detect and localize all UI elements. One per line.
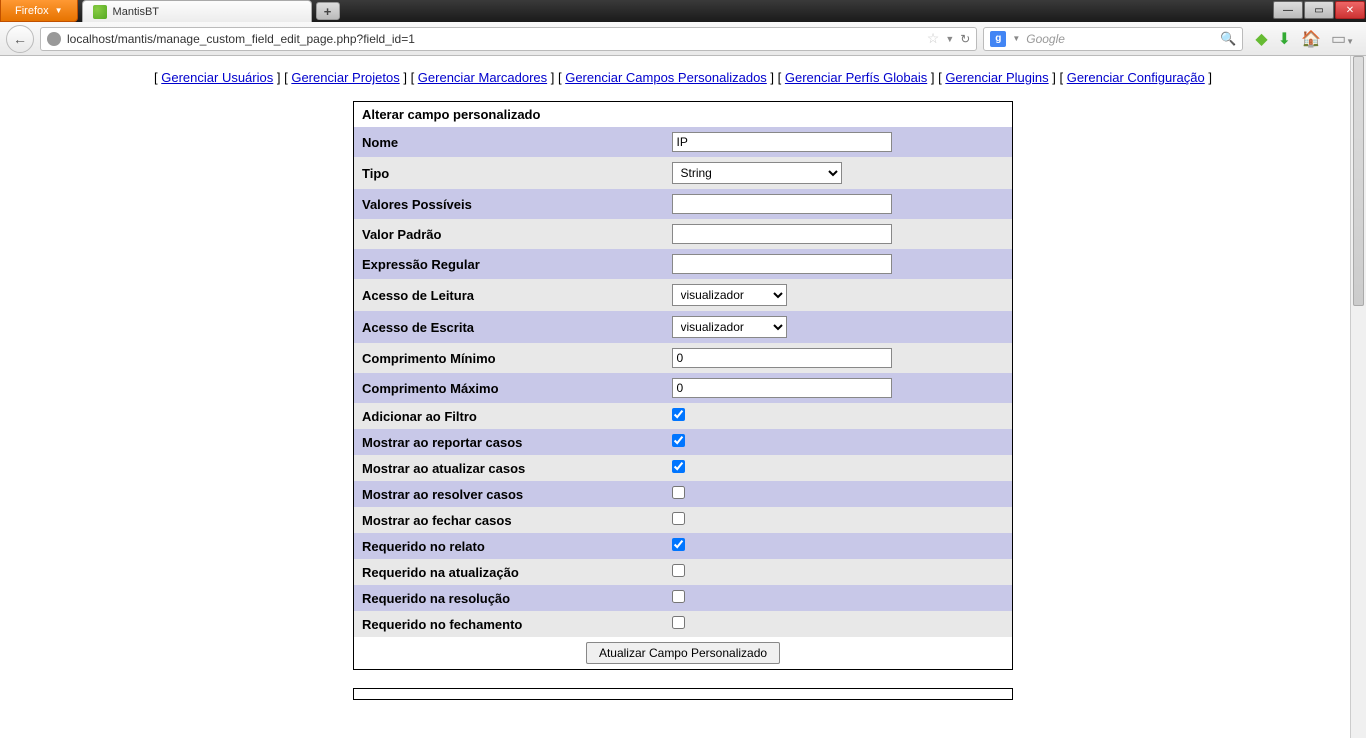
google-logo-icon: g (990, 31, 1006, 47)
valores-input[interactable] (672, 194, 892, 214)
req-resol-checkbox[interactable] (672, 590, 685, 603)
download-icon[interactable]: ⬇ (1278, 29, 1291, 49)
padrao-input[interactable] (672, 224, 892, 244)
nav-plugins[interactable]: Gerenciar Plugins (945, 70, 1048, 85)
resolver-checkbox[interactable] (672, 486, 685, 499)
nav-custom-fields[interactable]: Gerenciar Campos Personalizados (565, 70, 767, 85)
label-nome: Nome (354, 127, 664, 157)
min-input[interactable] (672, 348, 892, 368)
max-input[interactable] (672, 378, 892, 398)
form-title: Alterar campo personalizado (354, 102, 1013, 128)
second-form-preview (353, 688, 1013, 700)
reportar-checkbox[interactable] (672, 434, 685, 447)
home-icon[interactable]: 🏠 (1301, 29, 1321, 49)
label-min: Comprimento Mínimo (354, 343, 664, 373)
reload-icon[interactable]: ↻ (960, 32, 970, 46)
nav-projects[interactable]: Gerenciar Projetos (291, 70, 399, 85)
req-relato-checkbox[interactable] (672, 538, 685, 551)
tab-title: MantisBT (113, 6, 159, 18)
manage-nav-links: [ Gerenciar Usuários ] [ Gerenciar Proje… (0, 64, 1366, 101)
nav-config[interactable]: Gerenciar Configuração (1067, 70, 1205, 85)
firefox-label: Firefox (15, 5, 49, 17)
bookmarks-menu-icon[interactable]: ▭▼ (1331, 29, 1354, 49)
maximize-button[interactable]: ▭ (1304, 1, 1334, 19)
new-tab-button[interactable]: + (316, 2, 340, 20)
label-req-fech: Requerido no fechamento (354, 611, 664, 637)
label-filtro: Adicionar ao Filtro (354, 403, 664, 429)
url-bar[interactable]: localhost/mantis/manage_custom_field_edi… (40, 27, 977, 51)
atualizar-checkbox[interactable] (672, 460, 685, 473)
filtro-checkbox[interactable] (672, 408, 685, 421)
label-req-atual: Requerido na atualização (354, 559, 664, 585)
idm-icon[interactable]: ◆ (1255, 29, 1267, 49)
window-controls: — ▭ ✕ (1273, 0, 1366, 22)
custom-field-form: Alterar campo personalizado Nome Tipo St… (353, 101, 1013, 670)
search-icon[interactable]: 🔍 (1220, 31, 1236, 47)
minimize-button[interactable]: — (1273, 1, 1303, 19)
nav-profiles[interactable]: Gerenciar Perfís Globais (785, 70, 927, 85)
req-atual-checkbox[interactable] (672, 564, 685, 577)
page-content: [ Gerenciar Usuários ] [ Gerenciar Proje… (0, 56, 1366, 708)
regex-input[interactable] (672, 254, 892, 274)
nome-input[interactable] (672, 132, 892, 152)
chevron-down-icon: ▼ (55, 6, 63, 15)
back-button[interactable]: ← (6, 25, 34, 53)
req-fech-checkbox[interactable] (672, 616, 685, 629)
nav-tags[interactable]: Gerenciar Marcadores (418, 70, 547, 85)
label-req-resol: Requerido na resolução (354, 585, 664, 611)
label-max: Comprimento Máximo (354, 373, 664, 403)
fechar-checkbox[interactable] (672, 512, 685, 525)
label-reportar: Mostrar ao reportar casos (354, 429, 664, 455)
search-placeholder: Google (1026, 32, 1214, 46)
globe-icon (47, 32, 61, 46)
url-text: localhost/mantis/manage_custom_field_edi… (67, 32, 921, 46)
update-button[interactable]: Atualizar Campo Personalizado (586, 642, 780, 664)
label-tipo: Tipo (354, 157, 664, 189)
tipo-select[interactable]: String (672, 162, 842, 184)
label-regex: Expressão Regular (354, 249, 664, 279)
escrita-select[interactable]: visualizador (672, 316, 787, 338)
mantis-favicon-icon (93, 5, 107, 19)
bookmark-star-icon[interactable]: ☆ (927, 30, 940, 47)
label-valores: Valores Possíveis (354, 189, 664, 219)
label-atualizar: Mostrar ao atualizar casos (354, 455, 664, 481)
browser-tab[interactable]: MantisBT (82, 0, 312, 22)
search-bar[interactable]: g ▼ Google 🔍 (983, 27, 1243, 51)
firefox-menu-button[interactable]: Firefox ▼ (0, 0, 78, 22)
close-button[interactable]: ✕ (1335, 1, 1365, 19)
label-req-relato: Requerido no relato (354, 533, 664, 559)
scrollbar-thumb[interactable] (1353, 56, 1364, 306)
label-leitura: Acesso de Leitura (354, 279, 664, 311)
nav-users[interactable]: Gerenciar Usuários (161, 70, 273, 85)
vertical-scrollbar[interactable] (1350, 56, 1366, 738)
label-padrao: Valor Padrão (354, 219, 664, 249)
label-escrita: Acesso de Escrita (354, 311, 664, 343)
label-fechar: Mostrar ao fechar casos (354, 507, 664, 533)
search-engine-arrow-icon[interactable]: ▼ (1012, 34, 1020, 43)
toolbar-icons: ◆ ⬇ 🏠 ▭▼ (1249, 29, 1360, 49)
leitura-select[interactable]: visualizador (672, 284, 787, 306)
label-resolver: Mostrar ao resolver casos (354, 481, 664, 507)
window-titlebar: Firefox ▼ MantisBT + — ▭ ✕ (0, 0, 1366, 22)
dropdown-arrow-icon[interactable]: ▼ (945, 34, 954, 44)
browser-navbar: ← localhost/mantis/manage_custom_field_e… (0, 22, 1366, 56)
